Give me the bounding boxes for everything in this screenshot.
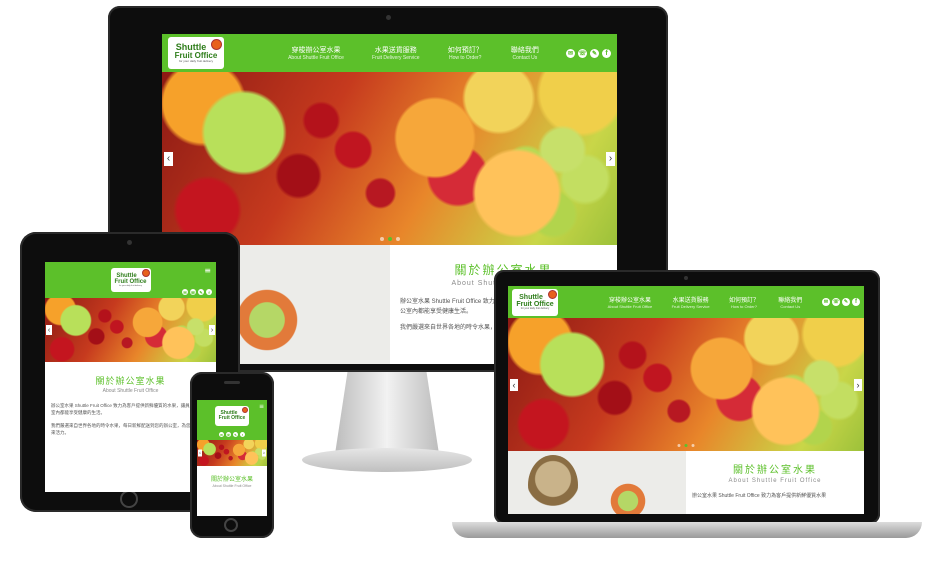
apple-icon — [548, 289, 557, 299]
slider-next-button[interactable]: › — [854, 378, 862, 391]
email-icon[interactable]: ✉ — [182, 289, 188, 295]
facebook-icon[interactable]: f — [206, 289, 212, 295]
phone-icon[interactable]: ☏ — [190, 289, 196, 295]
laptop-camera — [684, 276, 688, 280]
slider-next-button[interactable]: › — [209, 325, 215, 335]
main-menu: 穿梭辦公室水果 About Shuttle Fruit Office 水果送貨服務… — [558, 295, 820, 309]
slider-prev-button[interactable]: ‹ — [164, 151, 173, 166]
menu-item-about[interactable]: 穿梭辦公室水果 About Shuttle Fruit Office — [608, 295, 653, 309]
social-links: ✉ ☏ ✎ f — [218, 432, 246, 437]
responsive-mockup: Shuttle Fruit Office for your daily frui… — [0, 0, 929, 584]
phone-speaker — [224, 381, 240, 384]
brand-logo[interactable]: Shuttle Fruit Office for your daily frui… — [512, 288, 558, 316]
menu-item-order[interactable]: 如何預訂？ How to Order? — [729, 295, 759, 309]
hero-slider: ‹ › — [45, 298, 216, 362]
slider-prev-button[interactable]: ‹ — [510, 378, 518, 391]
blog-icon[interactable]: ✎ — [233, 432, 238, 437]
menu-item-service[interactable]: 水果送貨服務 Fruit Delivery Service — [672, 295, 710, 309]
apple-icon — [242, 407, 248, 413]
apple-basket-image — [232, 285, 302, 355]
monitor-stand-base — [302, 448, 472, 472]
facebook-icon[interactable]: f — [852, 298, 860, 306]
slider-dots — [378, 237, 402, 241]
slider-dot[interactable] — [677, 444, 681, 447]
tablet-navbar: Shuttle Fruit Office for your daily frui… — [45, 262, 216, 298]
slider-dot[interactable] — [395, 237, 400, 241]
about-title: 關於辦公室水果 — [210, 477, 253, 483]
hero-slider: ‹ › — [197, 440, 267, 466]
desktop-navbar: Shuttle Fruit Office for your daily frui… — [162, 34, 617, 72]
phone-home-button[interactable] — [224, 518, 238, 532]
laptop-navbar: Shuttle Fruit Office for your daily frui… — [508, 286, 864, 318]
social-links: ✉ ☏ ✎ f — [180, 289, 212, 295]
slider-prev-button[interactable]: ‹ — [46, 325, 52, 335]
facebook-icon[interactable]: f — [240, 432, 245, 437]
brand-logo[interactable]: Shuttle Fruit Office — [215, 406, 249, 426]
about-subtitle: About Shuttle Fruit Office — [728, 478, 822, 484]
menu-item-contact[interactable]: 聯絡我們 Contact Us — [778, 295, 802, 309]
blog-icon[interactable]: ✎ — [842, 298, 850, 306]
slider-prev-button[interactable]: ‹ — [198, 449, 202, 457]
about-paragraph: 辦公室水果 Shuttle Fruit Office 致力為客戶提供新鮮優質水果 — [692, 493, 827, 499]
email-icon[interactable]: ✉ — [219, 432, 224, 437]
menu-item-contact[interactable]: 聯絡我們 Contact Us — [511, 45, 539, 61]
about-subtitle: About Shuttle Fruit Office — [102, 388, 159, 394]
hamburger-menu-icon[interactable]: ≡ — [259, 403, 264, 410]
main-menu: 穿梭辦公室水果 About Shuttle Fruit Office 水果送貨服務… — [224, 45, 563, 61]
about-section: 關於辦公室水果 About Shuttle Fruit Office 辦公室水果… — [508, 451, 864, 514]
blog-icon[interactable]: ✎ — [590, 48, 599, 58]
hero-slider: ‹ › — [508, 318, 864, 451]
fruit-basket-image — [528, 455, 578, 514]
slider-next-button[interactable]: › — [606, 151, 615, 166]
menu-item-service[interactable]: 水果送貨服務 Fruit Delivery Service — [372, 45, 420, 61]
tablet-home-button[interactable] — [120, 490, 138, 508]
slider-dot-active[interactable] — [387, 237, 392, 241]
monitor-camera — [386, 15, 391, 20]
apple-icon — [141, 269, 150, 277]
tablet-camera — [127, 240, 132, 245]
slider-dots — [676, 444, 697, 447]
social-links: ✉ ☏ ✎ f — [820, 298, 860, 306]
about-paragraph: 辦公室水果 Shuttle Fruit Office 致力為客戶提供新鮮優質的水… — [51, 403, 208, 415]
brand-logo[interactable]: Shuttle Fruit Office for your daily frui… — [110, 268, 151, 292]
email-icon[interactable]: ✉ — [822, 298, 830, 306]
about-section: 關於辦公室水果 About Shuttle Fruit Office — [197, 466, 267, 516]
brand-logo[interactable]: Shuttle Fruit Office for your daily frui… — [168, 37, 224, 69]
logo-tagline: for your daily fruit delivery — [178, 59, 214, 63]
phone-icon[interactable]: ☏ — [578, 48, 587, 58]
monitor-stand-neck — [335, 372, 439, 454]
menu-item-about[interactable]: 穿梭辦公室水果 About Shuttle Fruit Office — [288, 45, 344, 61]
about-title: 關於辦公室水果 — [95, 376, 166, 386]
laptop-base — [452, 522, 922, 538]
phone-icon[interactable]: ☏ — [226, 432, 231, 437]
about-paragraph-2: 我們嚴選來自世界各地的時令水果，每日新鮮配送到您的辦公室，為您的團隊帶來活力。 — [51, 423, 209, 435]
hero-slider: ‹ › — [162, 72, 617, 245]
about-title: 關於辦公室水果 — [733, 465, 817, 476]
menu-item-order[interactable]: 如何預訂？ How to Order? — [448, 45, 483, 61]
facebook-icon[interactable]: f — [602, 48, 611, 58]
apple-image — [608, 481, 648, 514]
social-links: ✉ ☏ ✎ f — [563, 48, 611, 58]
slider-dot[interactable] — [691, 444, 695, 447]
hamburger-menu-icon[interactable]: ≡ — [204, 266, 211, 275]
apple-icon — [211, 39, 222, 50]
phone-icon[interactable]: ☏ — [832, 298, 840, 306]
about-subtitle: About Shuttle Fruit Office — [212, 484, 252, 488]
phone-navbar: Shuttle Fruit Office ≡ ✉ ☏ ✎ f — [197, 400, 267, 440]
slider-dot[interactable] — [379, 237, 384, 241]
slider-next-button[interactable]: › — [262, 449, 266, 457]
email-icon[interactable]: ✉ — [566, 48, 575, 58]
blog-icon[interactable]: ✎ — [198, 289, 204, 295]
about-photo — [508, 451, 686, 514]
slider-dot-active[interactable] — [684, 444, 688, 447]
about-text: 關於辦公室水果 About Shuttle Fruit Office 辦公室水果… — [686, 451, 864, 510]
laptop-screen: Shuttle Fruit Office for your daily frui… — [508, 286, 864, 514]
phone-screen: Shuttle Fruit Office ≡ ✉ ☏ ✎ f ‹ › 關於辦公室… — [197, 400, 267, 516]
